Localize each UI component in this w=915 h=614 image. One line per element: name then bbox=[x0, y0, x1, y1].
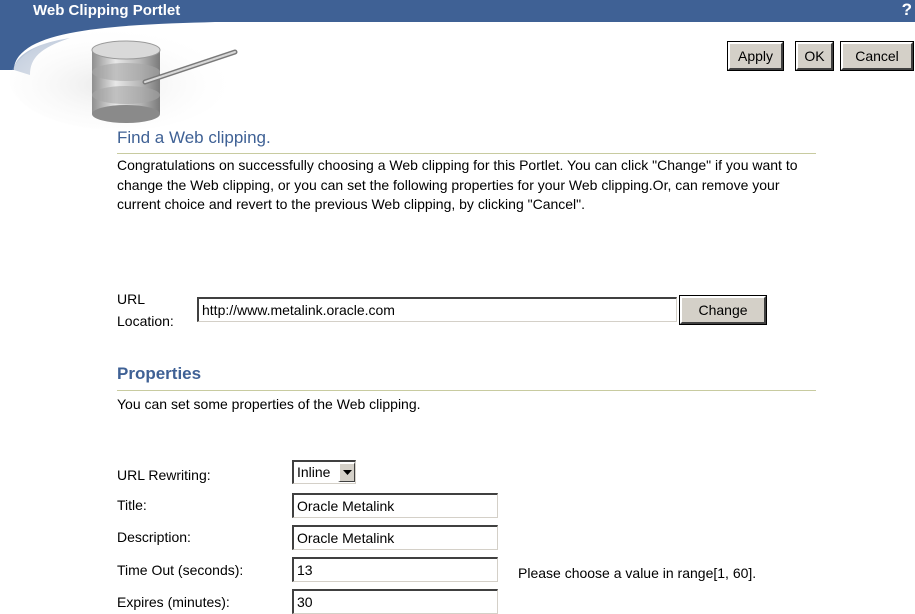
url-location-input[interactable] bbox=[197, 297, 677, 322]
database-cylinders-logo bbox=[0, 22, 238, 130]
timeout-input[interactable] bbox=[292, 557, 498, 582]
ok-button[interactable]: OK bbox=[795, 41, 834, 71]
properties-description: You can set some properties of the Web c… bbox=[117, 396, 421, 412]
url-rewriting-selected-value: Inline bbox=[297, 464, 331, 480]
title-input[interactable] bbox=[292, 493, 498, 518]
dropdown-button[interactable] bbox=[338, 462, 355, 482]
change-button[interactable]: Change bbox=[679, 295, 767, 325]
help-icon[interactable]: ? bbox=[902, 0, 912, 20]
find-section-divider bbox=[117, 153, 816, 154]
url-rewriting-select[interactable]: Inline bbox=[292, 460, 356, 484]
description-label: Description: bbox=[117, 529, 191, 545]
expires-label: Expires (minutes): bbox=[117, 594, 230, 610]
title-label: Title: bbox=[117, 497, 147, 513]
url-location-label-line2: Location: bbox=[117, 313, 174, 329]
url-location-label-line1: URL bbox=[117, 291, 146, 307]
properties-section-divider bbox=[117, 390, 816, 391]
apply-button[interactable]: Apply bbox=[727, 41, 784, 71]
chevron-down-icon bbox=[343, 470, 352, 475]
timeout-range-hint: Please choose a value in range[1, 60]. bbox=[518, 565, 757, 581]
description-input[interactable] bbox=[292, 525, 498, 550]
expires-input[interactable] bbox=[292, 589, 498, 614]
properties-heading: Properties bbox=[117, 364, 202, 383]
find-section-description: Congratulations on successfully choosing… bbox=[117, 157, 798, 212]
timeout-label: Time Out (seconds): bbox=[117, 562, 244, 578]
url-rewriting-label: URL Rewriting: bbox=[117, 467, 211, 483]
find-clipping-heading: Find a Web clipping. bbox=[117, 128, 271, 147]
cancel-button[interactable]: Cancel bbox=[840, 41, 914, 71]
